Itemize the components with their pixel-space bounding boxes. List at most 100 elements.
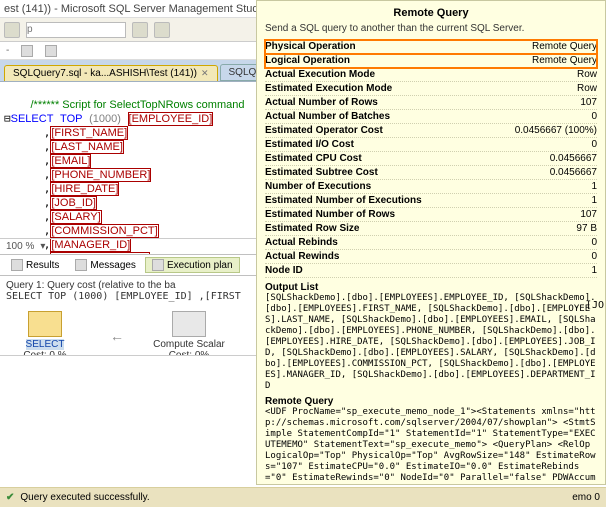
tooltip-property-row: Estimated I/O Cost0 (265, 138, 597, 152)
prop-value: 0.0456667 (100%) (515, 125, 597, 136)
tooltip-property-row: Estimated Number of Executions1 (265, 194, 597, 208)
node-title: SELECT (26, 339, 65, 350)
overflow-text: , [JO (574, 300, 604, 311)
tab-active[interactable]: SQLQuery7.sql - ka...ASHISH\Test (141)) … (4, 65, 218, 81)
tab-label: Results (26, 260, 59, 271)
prop-key: Actual Rewinds (265, 251, 339, 262)
dash: ▾ (40, 241, 45, 252)
prop-key: Estimated Execution Mode (265, 83, 392, 94)
prop-value: Remote Query (532, 41, 597, 52)
compute-icon (172, 311, 206, 337)
prop-key: Estimated Number of Rows (265, 209, 395, 220)
prop-key: Estimated Number of Executions (265, 195, 422, 206)
toolbar-icon[interactable] (4, 22, 20, 38)
grid-icon (11, 259, 23, 271)
tab-messages[interactable]: Messages (68, 257, 143, 273)
prop-value: 107 (580, 209, 597, 220)
tooltip-title: Remote Query (265, 7, 597, 19)
plan-icon (152, 259, 164, 271)
tab-label: Execution plan (167, 260, 233, 271)
small-toolbar-icon[interactable] (21, 45, 33, 57)
node-cost: Cost: 0% (169, 350, 210, 357)
sql-col: [COMMISSION_PCT] (50, 224, 158, 238)
window-title: est (141)) - Microsoft SQL Server Manage… (4, 3, 267, 15)
tooltip-property-row: Node ID 1 (265, 264, 597, 278)
tooltip-property-row: Estimated Number of Rows 107 (265, 208, 597, 222)
prop-key: Estimated Row Size (265, 223, 359, 234)
prop-value: 0 (591, 237, 597, 248)
node-cost: Cost: 0 % (23, 350, 66, 357)
status-right-text: emo 0 (572, 492, 600, 503)
plan-node-compute[interactable]: Compute Scalar Cost: 0% (150, 311, 228, 357)
prop-value: Remote Query (532, 55, 597, 66)
tooltip-property-row: Logical Operation Remote Query (265, 54, 597, 68)
prop-value: 107 (580, 97, 597, 108)
tooltip-property-row: Estimated Execution Mode Row (265, 82, 597, 96)
node-title: Compute Scalar (153, 339, 225, 350)
toolbar-icon[interactable] (154, 22, 170, 38)
tooltip-desc: Send a SQL query to another than the cur… (265, 23, 597, 34)
prop-key: Actual Rebinds (265, 237, 338, 248)
prop-value: 1 (591, 181, 597, 192)
arrow-icon: ← (110, 328, 124, 344)
prop-key: Estimated Subtree Cost (265, 167, 378, 178)
zoom-pct: 100 % (6, 241, 34, 252)
sql-col: [LAST_NAME] (50, 140, 124, 154)
status-right: emo 0 (526, 487, 606, 507)
prop-value: 0 (591, 251, 597, 262)
tooltip-property-row: Estimated CPU Cost 0.0456667 (265, 152, 597, 166)
toolbar-search-input[interactable] (26, 22, 126, 38)
prop-key: Estimated CPU Cost (265, 153, 362, 164)
tooltip-property-row: Actual Rebinds 0 (265, 236, 597, 250)
sql-col: [EMAIL] (50, 154, 91, 168)
prop-key: Node ID (265, 265, 303, 276)
sep: - (6, 45, 9, 56)
tooltip-property-row: Estimated Operator Cost 0.0456667 (100%) (265, 124, 597, 138)
sql-literal: (1000) (89, 113, 121, 125)
plan-node-select[interactable]: SELECT Cost: 0 % (6, 311, 84, 357)
remote-query-text: <UDF ProcName="sp_execute_memo_node_1"><… (265, 407, 597, 485)
tooltip-property-row: Actual Number of Rows 107 (265, 96, 597, 110)
sql-col: [SALARY] (50, 210, 101, 224)
prop-key: Estimated Operator Cost (265, 125, 383, 136)
tab-execution-plan[interactable]: Execution plan (145, 257, 240, 273)
prop-value: 0.0456667 (550, 167, 597, 178)
sql-keyword: SELECT (11, 113, 54, 125)
toolbar-icon[interactable] (132, 22, 148, 38)
prop-value: 97 B (576, 223, 597, 234)
select-icon (28, 311, 62, 337)
output-list: [SQLShackDemo].[dbo].[EMPLOYEES].EMPLOYE… (265, 293, 597, 392)
output-list-title: Output List (265, 282, 597, 293)
prop-key: Physical Operation (265, 41, 356, 52)
tab-results[interactable]: Results (4, 257, 66, 273)
prop-value: 0.0456667 (550, 153, 597, 164)
tooltip-property-row: Physical Operation Remote Query (265, 40, 597, 54)
sql-col: [JOB_ID] (50, 196, 97, 210)
status-bar: ✔ Query executed successfully. (0, 487, 606, 507)
prop-key: Logical Operation (265, 55, 350, 66)
check-icon: ✔ (6, 492, 14, 503)
prop-value: Row (577, 69, 597, 80)
prop-key: Actual Number of Batches (265, 111, 390, 122)
prop-value: 0 (591, 111, 597, 122)
prop-key: Number of Executions (265, 181, 371, 192)
close-icon[interactable]: ✕ (201, 68, 209, 79)
tab-label: SQLQuery7.sql - ka...ASHISH\Test (141)) (13, 68, 197, 79)
tooltip-property-row: Estimated Subtree Cost 0.0456667 (265, 166, 597, 180)
tooltip-property-row: Estimated Row Size 97 B (265, 222, 597, 236)
prop-key: Actual Number of Rows (265, 97, 378, 108)
prop-value: Row (577, 83, 597, 94)
sql-col: [FIRST_NAME] (50, 126, 128, 140)
small-toolbar-icon[interactable] (45, 45, 57, 57)
tooltip-property-row: Actual Execution Mode Row (265, 68, 597, 82)
tooltip-property-row: Number of Executions 1 (265, 180, 597, 194)
remote-query-title: Remote Query (265, 396, 597, 407)
sql-comment: /****** Script for SelectTopNRows comman… (31, 99, 245, 111)
tab-label: Messages (90, 260, 136, 271)
prop-key: Estimated I/O Cost (265, 139, 354, 150)
prop-key: Actual Execution Mode (265, 69, 375, 80)
tooltip-property-row: Actual Number of Batches 0 (265, 110, 597, 124)
sql-col: [HIRE_DATE] (50, 182, 119, 196)
prop-value: 1 (591, 265, 597, 276)
status-text: Query executed successfully. (20, 492, 149, 503)
